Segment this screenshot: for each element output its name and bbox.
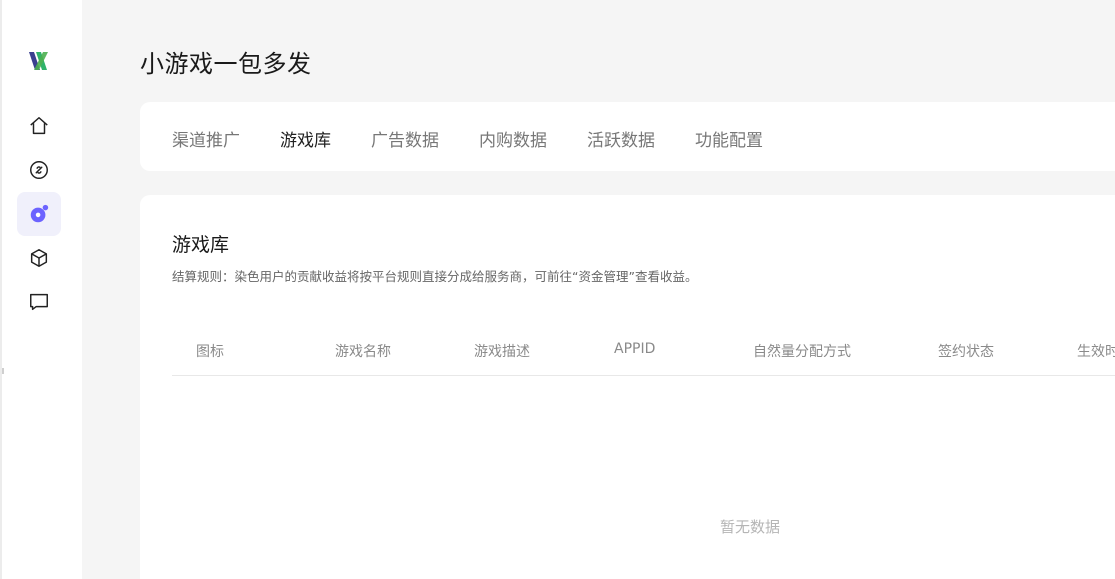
sidebar-item-home[interactable] xyxy=(17,104,61,148)
tab-ad-data[interactable]: 广告数据 xyxy=(371,126,439,151)
column-header-game-description: 游戏描述 xyxy=(474,344,530,360)
sidebar-item-package[interactable] xyxy=(17,236,61,280)
column-header-sign-status: 签约状态 xyxy=(938,344,994,360)
section-description: 结算规则：染色用户的贡献收益将按平台规则直接分成给服务商，可前往“资金管理”查看… xyxy=(172,269,698,284)
sidebar-item-link[interactable] xyxy=(17,148,61,192)
column-header-natural-traffic-allocation: 自然量分配方式 xyxy=(753,344,851,360)
package-cube-icon xyxy=(30,249,48,267)
tab-active-data[interactable]: 活跃数据 xyxy=(587,126,655,151)
sidebar-item-message[interactable] xyxy=(17,280,61,324)
brand-logo-icon[interactable] xyxy=(26,48,52,74)
table-header-divider xyxy=(172,375,1115,376)
link-icon xyxy=(30,161,48,179)
sidebar-edge-mark xyxy=(2,368,4,374)
home-icon xyxy=(30,117,48,135)
sidebar xyxy=(0,0,82,579)
message-icon xyxy=(30,293,48,311)
column-header-effective-time: 生效时 xyxy=(1077,344,1115,360)
table-empty-state: 暂无数据 xyxy=(720,518,781,536)
tab-game-library[interactable]: 游戏库 xyxy=(280,126,331,151)
page-title: 小游戏一包多发 xyxy=(140,50,312,78)
column-header-appid: APPID xyxy=(614,341,656,357)
tab-iap-data[interactable]: 内购数据 xyxy=(479,126,547,151)
tab-channel-promotion[interactable]: 渠道推广 xyxy=(172,126,240,151)
section-title: 游戏库 xyxy=(172,234,230,256)
tabs-bar: 渠道推广 游戏库 广告数据 内购数据 活跃数据 功能配置 xyxy=(140,102,1115,171)
column-header-icon: 图标 xyxy=(196,344,224,360)
sidebar-item-game[interactable] xyxy=(17,192,61,236)
game-library-card: 游戏库 结算规则：染色用户的贡献收益将按平台规则直接分成给服务商，可前往“资金管… xyxy=(140,195,1115,579)
tab-feature-config[interactable]: 功能配置 xyxy=(695,126,763,151)
game-icon xyxy=(30,204,49,223)
app-root: 小游戏一包多发 渠道推广 游戏库 广告数据 内购数据 活跃数据 功能配置 游戏库… xyxy=(0,0,1115,579)
column-header-game-name: 游戏名称 xyxy=(335,344,391,360)
